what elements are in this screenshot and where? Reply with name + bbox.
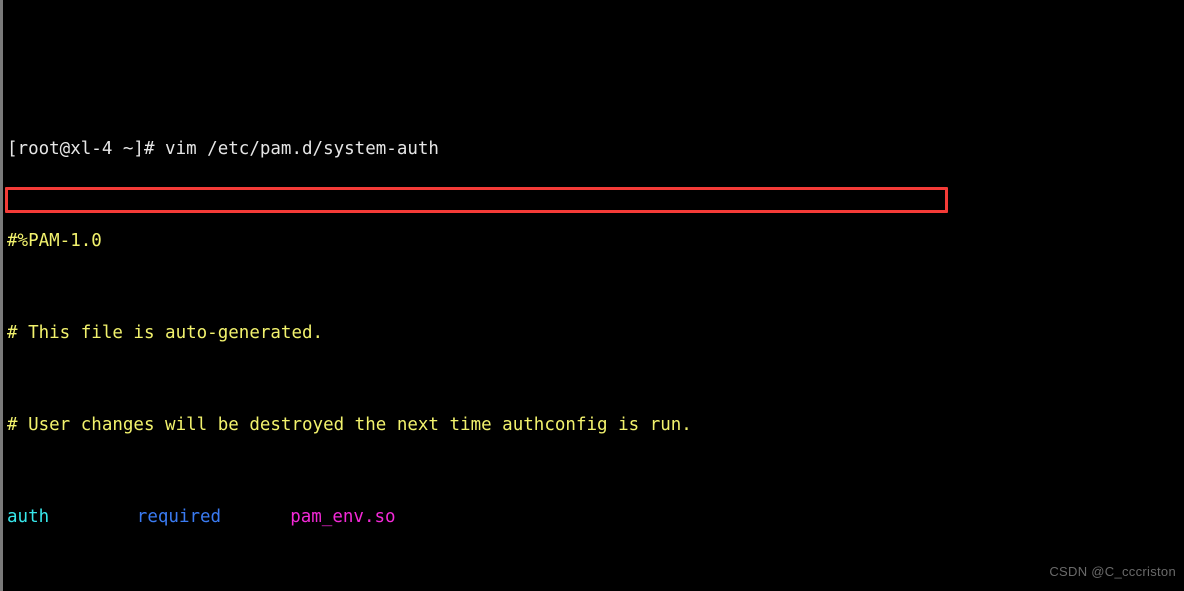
csdn-watermark: CSDN @C_cccriston xyxy=(1049,564,1176,579)
comment-line-autogenerated: # This file is auto-generated. xyxy=(7,322,1184,345)
pam-line-auth-1[interactable]: auth required pam_env.so xyxy=(7,506,1184,529)
comment-text: # User changes will be destroyed the nex… xyxy=(7,415,692,435)
shell-prompt-and-command: [root@xl-4 ~]# vim /etc/pam.d/system-aut… xyxy=(7,139,439,159)
shell-command-line: [root@xl-4 ~]# vim /etc/pam.d/system-aut… xyxy=(7,138,1184,161)
terminal-window: [root@xl-4 ~]# vim /etc/pam.d/system-aut… xyxy=(0,0,1184,591)
module-type: auth xyxy=(7,507,50,527)
scrollback-partial-line xyxy=(7,60,1184,69)
comment-line-user-changes: # User changes will be destroyed the nex… xyxy=(7,414,1184,437)
comment-line-pam-version: #%PAM-1.0 xyxy=(7,230,1184,253)
vim-editor-screen[interactable]: [root@xl-4 ~]# vim /etc/pam.d/system-aut… xyxy=(3,0,1184,591)
comment-text: #%PAM-1.0 xyxy=(7,231,102,251)
comment-text: # This file is auto-generated. xyxy=(7,323,324,343)
module-path: pam_env.so xyxy=(290,507,396,527)
control-flag: required xyxy=(136,507,222,527)
